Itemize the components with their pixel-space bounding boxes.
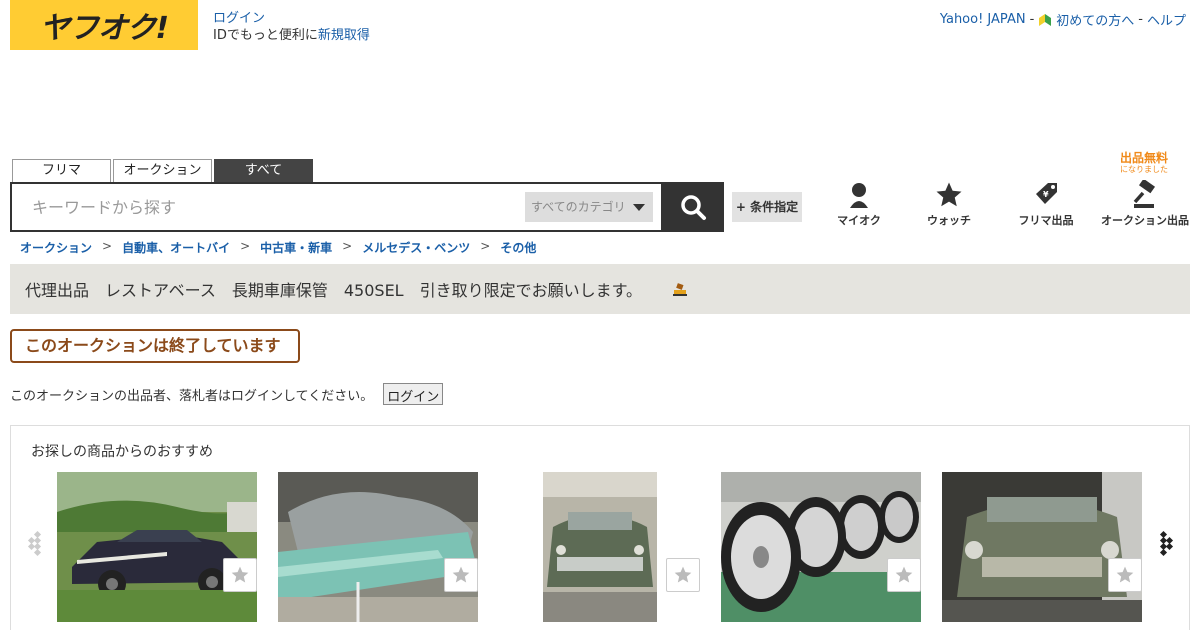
item-title-bar: 代理出品 レストアベース 長期車庫保管 450SEL 引き取り限定でお願いします… [10, 264, 1190, 314]
tab-auction[interactable]: オークション [113, 159, 212, 182]
rec-item[interactable] [278, 472, 478, 622]
breadcrumb: オークション > 自動車、オートバイ > 中古車・新車 > メルセデス・ベンツ … [20, 239, 536, 256]
rec-item[interactable] [721, 472, 921, 622]
nav-myauc-label: マイオク [837, 214, 881, 227]
breadcrumb-used-new-cars[interactable]: 中古車・新車 [260, 239, 332, 256]
watch-star-button[interactable] [444, 558, 478, 592]
person-icon [850, 183, 868, 208]
rec-item-image [721, 472, 921, 622]
first-time-link[interactable]: 初めての方へ [1056, 10, 1134, 29]
watch-star-button[interactable] [887, 558, 921, 592]
signup-link[interactable]: 新規取得 [318, 28, 370, 43]
yahuoku-logo[interactable]: ヤフオク! [10, 0, 198, 50]
breadcrumb-vehicles[interactable]: 自動車、オートバイ [122, 239, 230, 256]
condition-button[interactable]: + 条件指定 [732, 192, 802, 222]
search-tabs: フリマ オークション すべて [12, 159, 313, 182]
yahoo-japan-link[interactable]: Yahoo! JAPAN [940, 12, 1026, 27]
breadcrumb-separator: > [342, 239, 353, 253]
free-note-title: 出品無料 [1119, 151, 1168, 165]
rec-item[interactable] [57, 472, 257, 622]
star-icon [936, 182, 962, 207]
breadcrumb-other[interactable]: その他 [500, 239, 536, 256]
prev-arrow-icon[interactable] [23, 528, 47, 558]
search-box: すべてのカテゴリ [10, 182, 663, 232]
free-note-sub: になりました [1120, 165, 1168, 174]
login-block: ログイン IDでもっと便利に新規取得 [213, 10, 370, 44]
help-link[interactable]: ヘルプ [1147, 10, 1186, 29]
search-input[interactable] [32, 196, 512, 218]
recommendations-title: お探しの商品からのおすすめ [31, 444, 213, 460]
breadcrumb-separator: > [102, 239, 113, 253]
auction-ended-notice: このオークションは終了しています [10, 329, 300, 363]
nav-myauc[interactable]: マイオク [820, 178, 898, 228]
watch-star-button[interactable] [223, 558, 257, 592]
nav-watch-label: ウォッチ [927, 214, 971, 227]
star-icon [452, 566, 470, 583]
star-icon [1116, 566, 1134, 583]
separator: - [1138, 12, 1143, 27]
nav-icons: マイオク ウォッチ ¥ フリマ出品 オークション出品 [820, 178, 1195, 233]
category-select[interactable]: すべてのカテゴリ [525, 192, 653, 222]
search-button[interactable] [662, 182, 724, 232]
next-arrow-icon[interactable] [1155, 528, 1179, 558]
tab-all[interactable]: すべて [214, 159, 313, 182]
search-icon [681, 195, 706, 220]
nav-auction-sell-label: オークション出品 [1101, 214, 1189, 227]
star-icon [674, 566, 692, 583]
nav-furima-sell-label: フリマ出品 [1018, 214, 1074, 227]
star-icon [231, 566, 249, 583]
top-links: Yahoo! JAPAN - 初めての方へ - ヘルプ [940, 10, 1186, 29]
tab-furima[interactable]: フリマ [12, 159, 111, 182]
separator: - [1029, 12, 1035, 27]
logo-text: ヤフオク! [39, 11, 169, 46]
nav-auction-sell[interactable]: オークション出品 [1098, 178, 1192, 228]
breadcrumb-mercedes[interactable]: メルセデス・ベンツ [362, 239, 470, 256]
rec-item[interactable] [543, 472, 657, 622]
login-link[interactable]: ログイン [213, 11, 265, 26]
rec-item[interactable] [942, 472, 1142, 622]
login-message: このオークションの出品者、落札者はログインしてください。 [10, 388, 374, 404]
star-icon [895, 566, 913, 583]
login-sub-text: IDでもっと便利に [213, 28, 318, 43]
rec-item-image [942, 472, 1142, 622]
svg-text:¥: ¥ [1043, 190, 1049, 199]
rec-item-image [278, 472, 478, 622]
breadcrumb-auction[interactable]: オークション [20, 239, 92, 256]
dropdown-arrow-icon [633, 204, 645, 211]
breadcrumb-separator: > [480, 239, 491, 253]
gavel-icon [1133, 180, 1156, 208]
free-listing-note: 出品無料 になりました [1104, 152, 1184, 176]
watch-star-button[interactable] [1108, 558, 1142, 592]
price-tag-icon: ¥ [1036, 183, 1057, 204]
nav-watch[interactable]: ウォッチ [910, 178, 988, 228]
login-button[interactable]: ログイン [383, 383, 444, 405]
category-select-value: すべてのカテゴリ [531, 200, 626, 214]
rec-item-image [57, 472, 257, 622]
hammer-bid-icon [673, 283, 687, 296]
beginner-leaf-icon [1039, 13, 1052, 26]
rec-item-image [543, 472, 657, 622]
breadcrumb-separator: > [240, 239, 251, 253]
recommendations-panel: お探しの商品からのおすすめ [10, 425, 1190, 630]
item-title: 代理出品 レストアベース 長期車庫保管 450SEL 引き取り限定でお願いします… [25, 281, 642, 300]
nav-furima-sell[interactable]: ¥ フリマ出品 [1010, 178, 1082, 228]
watch-star-button[interactable] [666, 558, 700, 592]
login-message-row: このオークションの出品者、落札者はログインしてください。 ログイン [10, 383, 444, 405]
